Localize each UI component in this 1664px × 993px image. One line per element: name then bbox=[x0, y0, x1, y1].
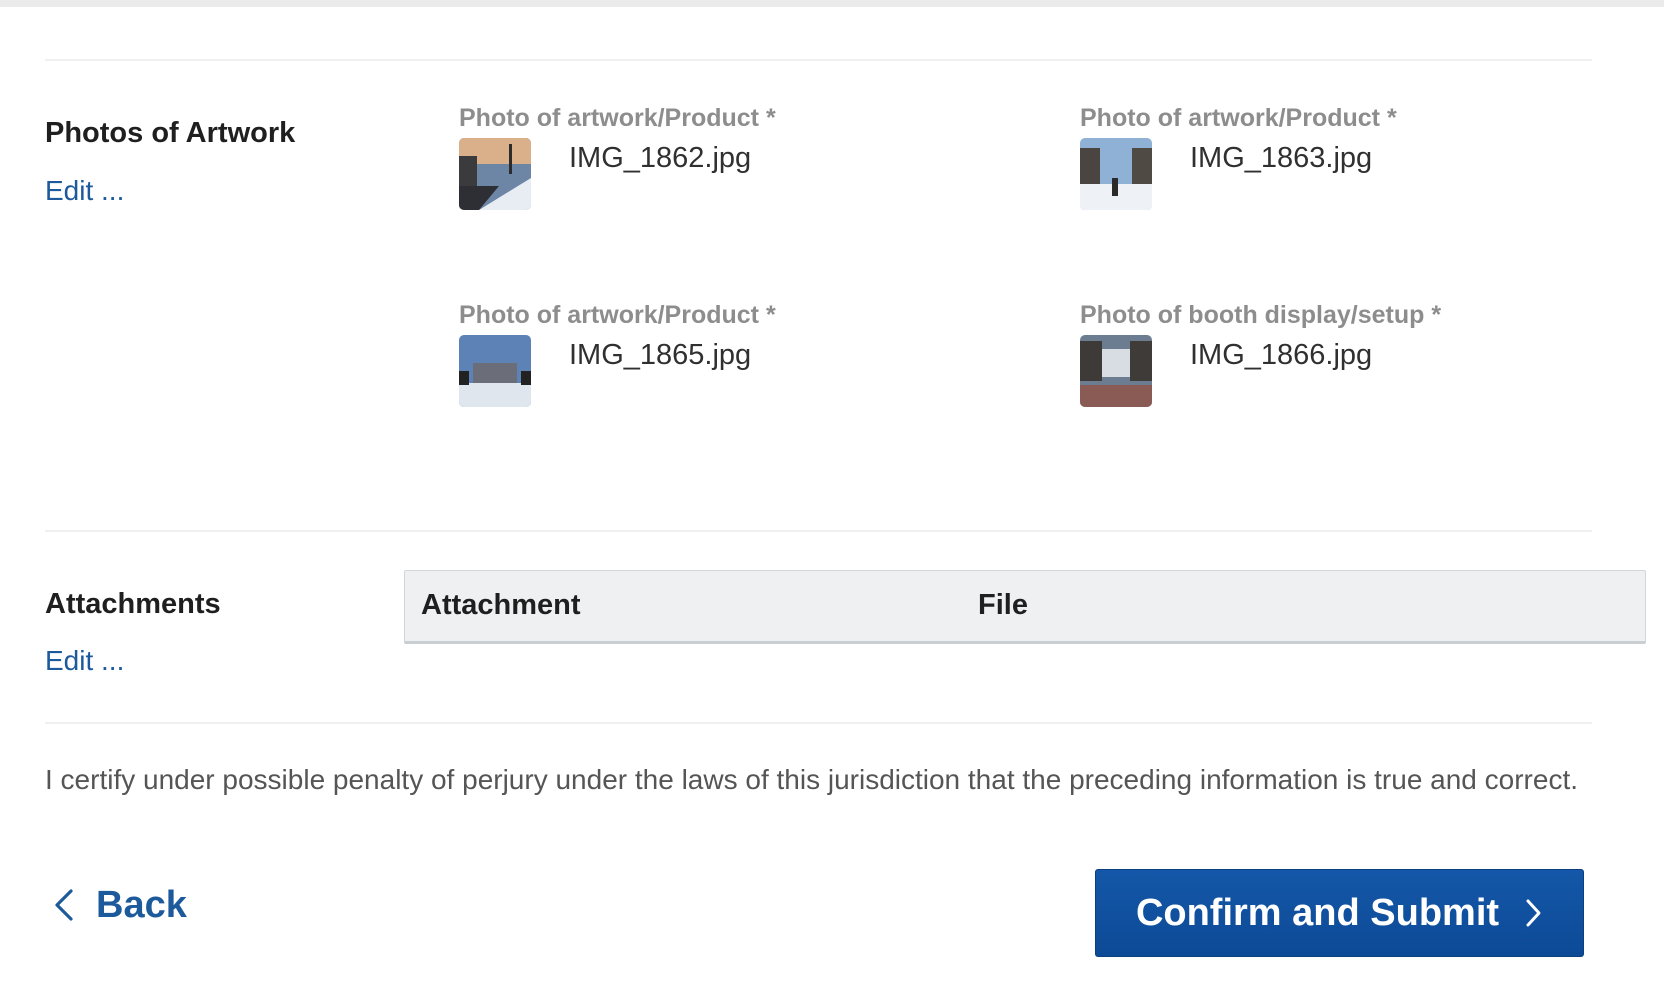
photo-field-4: Photo of booth display/setup * IMG_1866.… bbox=[1080, 301, 1640, 431]
submit-button-label: Confirm and Submit bbox=[1135, 891, 1500, 934]
photo-filename[interactable]: IMG_1862.jpg bbox=[569, 142, 751, 175]
photo-filename[interactable]: IMG_1866.jpg bbox=[1190, 339, 1372, 372]
photo-label: Photo of booth display/setup * bbox=[1080, 301, 1442, 329]
photo-thumbnail[interactable] bbox=[1080, 138, 1152, 210]
back-button-label: Back bbox=[96, 883, 187, 926]
attachments-edit-link[interactable]: Edit ... bbox=[45, 645, 124, 677]
snowy-path-photo-icon bbox=[1080, 138, 1152, 210]
street-photo-icon bbox=[459, 138, 531, 210]
photo-filename[interactable]: IMG_1865.jpg bbox=[569, 339, 751, 372]
section-divider bbox=[45, 530, 1592, 532]
chevron-left-icon bbox=[55, 889, 73, 921]
photo-thumbnail[interactable] bbox=[459, 335, 531, 407]
photo-thumbnail[interactable] bbox=[1080, 335, 1152, 407]
photo-label: Photo of artwork/Product * bbox=[1080, 104, 1397, 132]
attachments-table-header: Attachment File bbox=[404, 570, 1646, 644]
section-divider bbox=[45, 59, 1592, 61]
confirm-and-submit-button[interactable]: Confirm and Submit bbox=[1095, 869, 1584, 957]
section-divider bbox=[45, 722, 1592, 724]
back-button[interactable]: Back bbox=[52, 880, 187, 930]
photo-field-3: Photo of artwork/Product * IMG_1865.jpg bbox=[459, 301, 1019, 431]
attachments-section-title: Attachments bbox=[45, 588, 221, 620]
photo-field-1: Photo of artwork/Product * IMG_1862.jpg bbox=[459, 104, 1019, 234]
photos-edit-link[interactable]: Edit ... bbox=[45, 175, 124, 207]
photo-filename[interactable]: IMG_1863.jpg bbox=[1190, 142, 1372, 175]
photo-label: Photo of artwork/Product * bbox=[459, 301, 776, 329]
column-header-file: File bbox=[978, 589, 1028, 621]
photo-thumbnail[interactable] bbox=[459, 138, 531, 210]
photos-section-title: Photos of Artwork bbox=[45, 117, 296, 149]
certification-text: I certify under possible penalty of perj… bbox=[45, 764, 1579, 795]
top-bar bbox=[0, 0, 1664, 7]
photo-label: Photo of artwork/Product * bbox=[459, 104, 776, 132]
booth-photo-icon bbox=[1080, 335, 1152, 407]
building-photo-icon bbox=[459, 335, 531, 407]
chevron-right-icon bbox=[1526, 899, 1541, 927]
column-header-attachment: Attachment bbox=[421, 589, 581, 621]
photo-field-2: Photo of artwork/Product * IMG_1863.jpg bbox=[1080, 104, 1640, 234]
